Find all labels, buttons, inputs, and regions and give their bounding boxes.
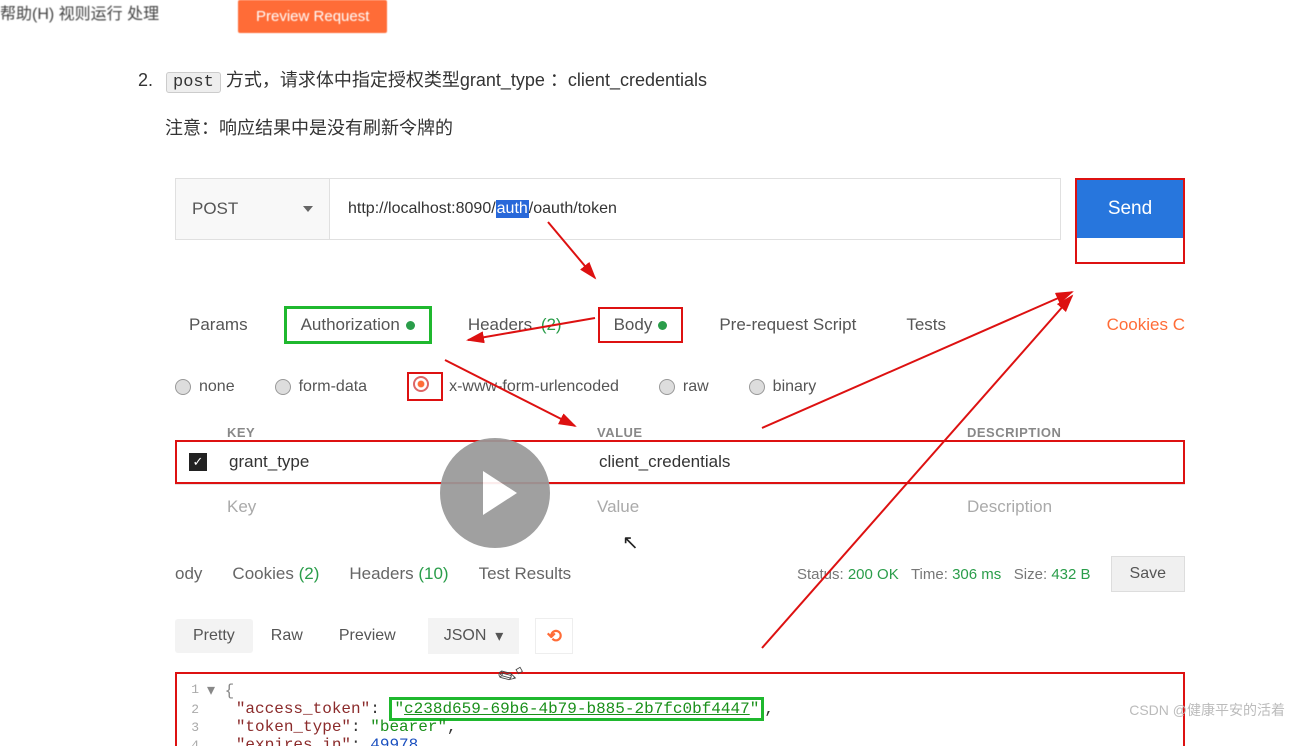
rh-label: Headers: [349, 564, 413, 583]
status-value: 200 OK: [848, 566, 899, 583]
tab-tests[interactable]: Tests: [892, 309, 960, 341]
play-overlay-icon[interactable]: [440, 438, 550, 548]
send-dropdown[interactable]: [1077, 238, 1183, 262]
format-select[interactable]: JSON ▾: [428, 618, 520, 654]
json-key: "access_token": [236, 700, 370, 718]
radio-label: none: [199, 378, 235, 396]
item2-text: 方式，请求体中指定授权类型grant_type ：client_credenti…: [226, 70, 707, 90]
size-label: Size:: [1014, 566, 1047, 583]
send-button[interactable]: Send: [1077, 180, 1183, 238]
radio-none[interactable]: none: [175, 378, 235, 396]
url-selected: auth: [496, 200, 529, 218]
tab-headers[interactable]: Headers (2): [454, 309, 576, 341]
json-key: "expires_in": [236, 736, 351, 746]
body-type-row: none form-data x-www-form-urlencoded raw…: [175, 372, 1185, 401]
radio-icon: [175, 379, 191, 395]
checkbox-on[interactable]: ✓: [189, 453, 207, 471]
list-num: 2.: [138, 70, 153, 90]
headers-label: Headers: [468, 315, 532, 334]
json-response: 1▾ { 2 "access_token": "c238d659-69b6-4b…: [175, 672, 1185, 746]
save-button[interactable]: Save: [1111, 556, 1185, 592]
list-item-2: 2. post 方式，请求体中指定授权类型grant_type ：client_…: [138, 66, 707, 92]
radio-label: binary: [773, 378, 817, 396]
radio-label: form-data: [299, 378, 367, 396]
radio-on-icon: [413, 376, 429, 392]
json-number: 49978: [370, 736, 418, 746]
request-tabs: Params Authorization Headers (2) Body Pr…: [175, 306, 1185, 344]
tab-body[interactable]: Body: [598, 307, 684, 343]
status-label: Status:: [797, 566, 844, 583]
resp-tab-cookies[interactable]: Cookies (2): [232, 564, 319, 584]
col-value: VALUE: [585, 425, 955, 440]
kv-row-grant-type[interactable]: ✓ grant_type client_credentials: [175, 440, 1185, 484]
view-raw[interactable]: Raw: [253, 619, 321, 653]
radio-binary[interactable]: binary: [749, 378, 817, 396]
tab-authorization[interactable]: Authorization: [284, 306, 432, 344]
size-value: 432 B: [1051, 566, 1090, 583]
radio-form-data[interactable]: form-data: [275, 378, 367, 396]
value-placeholder[interactable]: Value: [585, 497, 955, 517]
json-label: JSON: [444, 627, 487, 645]
tab-pre-request[interactable]: Pre-request Script: [705, 309, 870, 341]
rh-count: (10): [418, 564, 448, 583]
menu-text: 帮助(H) 视则运行 处理: [0, 0, 159, 24]
resp-tab-tests[interactable]: Test Results: [479, 564, 572, 584]
send-highlight: Send: [1075, 178, 1185, 264]
play-triangle-icon: [483, 471, 517, 515]
q: ": [750, 700, 760, 718]
dot-icon: [658, 321, 667, 330]
radio-raw[interactable]: raw: [659, 378, 709, 396]
url-input[interactable]: http://localhost:8090/auth/oauth/token: [330, 178, 1061, 240]
time-value: 306 ms: [952, 566, 1001, 583]
time-label: Time:: [911, 566, 948, 583]
headers-count: (2): [541, 315, 562, 334]
response-tabs: ody Cookies (2) Headers (10) Test Result…: [175, 556, 1185, 592]
json-key: "token_type": [236, 718, 351, 736]
body-label: Body: [614, 315, 653, 334]
note-text: 注意：响应结果中是没有刷新令牌的: [165, 114, 453, 140]
url-post: /oauth/token: [529, 200, 617, 218]
col-key: KEY: [215, 425, 585, 440]
radio-icon: [275, 379, 291, 395]
code-post: post: [166, 72, 221, 93]
method-label: POST: [192, 199, 238, 219]
tab-params[interactable]: Params: [175, 309, 262, 341]
kv-row-empty[interactable]: Key Value Description: [175, 484, 1185, 528]
view-preview[interactable]: Preview: [321, 619, 414, 653]
resp-tab-body[interactable]: ody: [175, 564, 202, 584]
q: ": [394, 700, 404, 718]
radio-icon: [659, 379, 675, 395]
access-token-value: c238d659-69b6-4b79-b885-2b7fc0bf4447: [404, 700, 750, 718]
radio-label: raw: [683, 378, 709, 396]
chevron-down-icon: [303, 206, 313, 212]
radio-xwww[interactable]: x-www-form-urlencoded: [407, 372, 619, 401]
value-cell[interactable]: client_credentials: [587, 452, 957, 472]
response-meta: Status: 200 OK Time: 306 ms Size: 432 B: [797, 566, 1091, 583]
desc-placeholder[interactable]: Description: [955, 497, 1185, 517]
method-select[interactable]: POST: [175, 178, 330, 240]
radio-highlight: [407, 372, 443, 401]
auth-label: Authorization: [301, 315, 400, 334]
url-pre: http://localhost:8090/: [348, 200, 496, 218]
wrap-icon[interactable]: ⟲: [535, 618, 573, 654]
view-pretty[interactable]: Pretty: [175, 619, 253, 653]
cookies-link[interactable]: Cookies C: [1107, 315, 1185, 335]
rc-label: Cookies: [232, 564, 293, 583]
rc-count: (2): [299, 564, 320, 583]
cursor-icon: ↖: [622, 530, 639, 555]
col-desc: DESCRIPTION: [955, 425, 1185, 440]
request-row: POST http://localhost:8090/auth/oauth/to…: [175, 178, 1185, 264]
radio-label: x-www-form-urlencoded: [449, 378, 619, 396]
view-mode-row: Pretty Raw Preview JSON ▾ ⟲: [175, 618, 1185, 654]
preview-request-button[interactable]: Preview Request: [238, 0, 387, 33]
watermark: CSDN @健康平安的活着: [1129, 700, 1285, 720]
kv-header: KEY VALUE DESCRIPTION: [175, 425, 1185, 440]
dot-icon: [406, 321, 415, 330]
resp-tab-headers[interactable]: Headers (10): [349, 564, 448, 584]
radio-icon: [749, 379, 765, 395]
postman-panel: POST http://localhost:8090/auth/oauth/to…: [175, 178, 1185, 746]
json-value: "bearer": [370, 718, 447, 736]
